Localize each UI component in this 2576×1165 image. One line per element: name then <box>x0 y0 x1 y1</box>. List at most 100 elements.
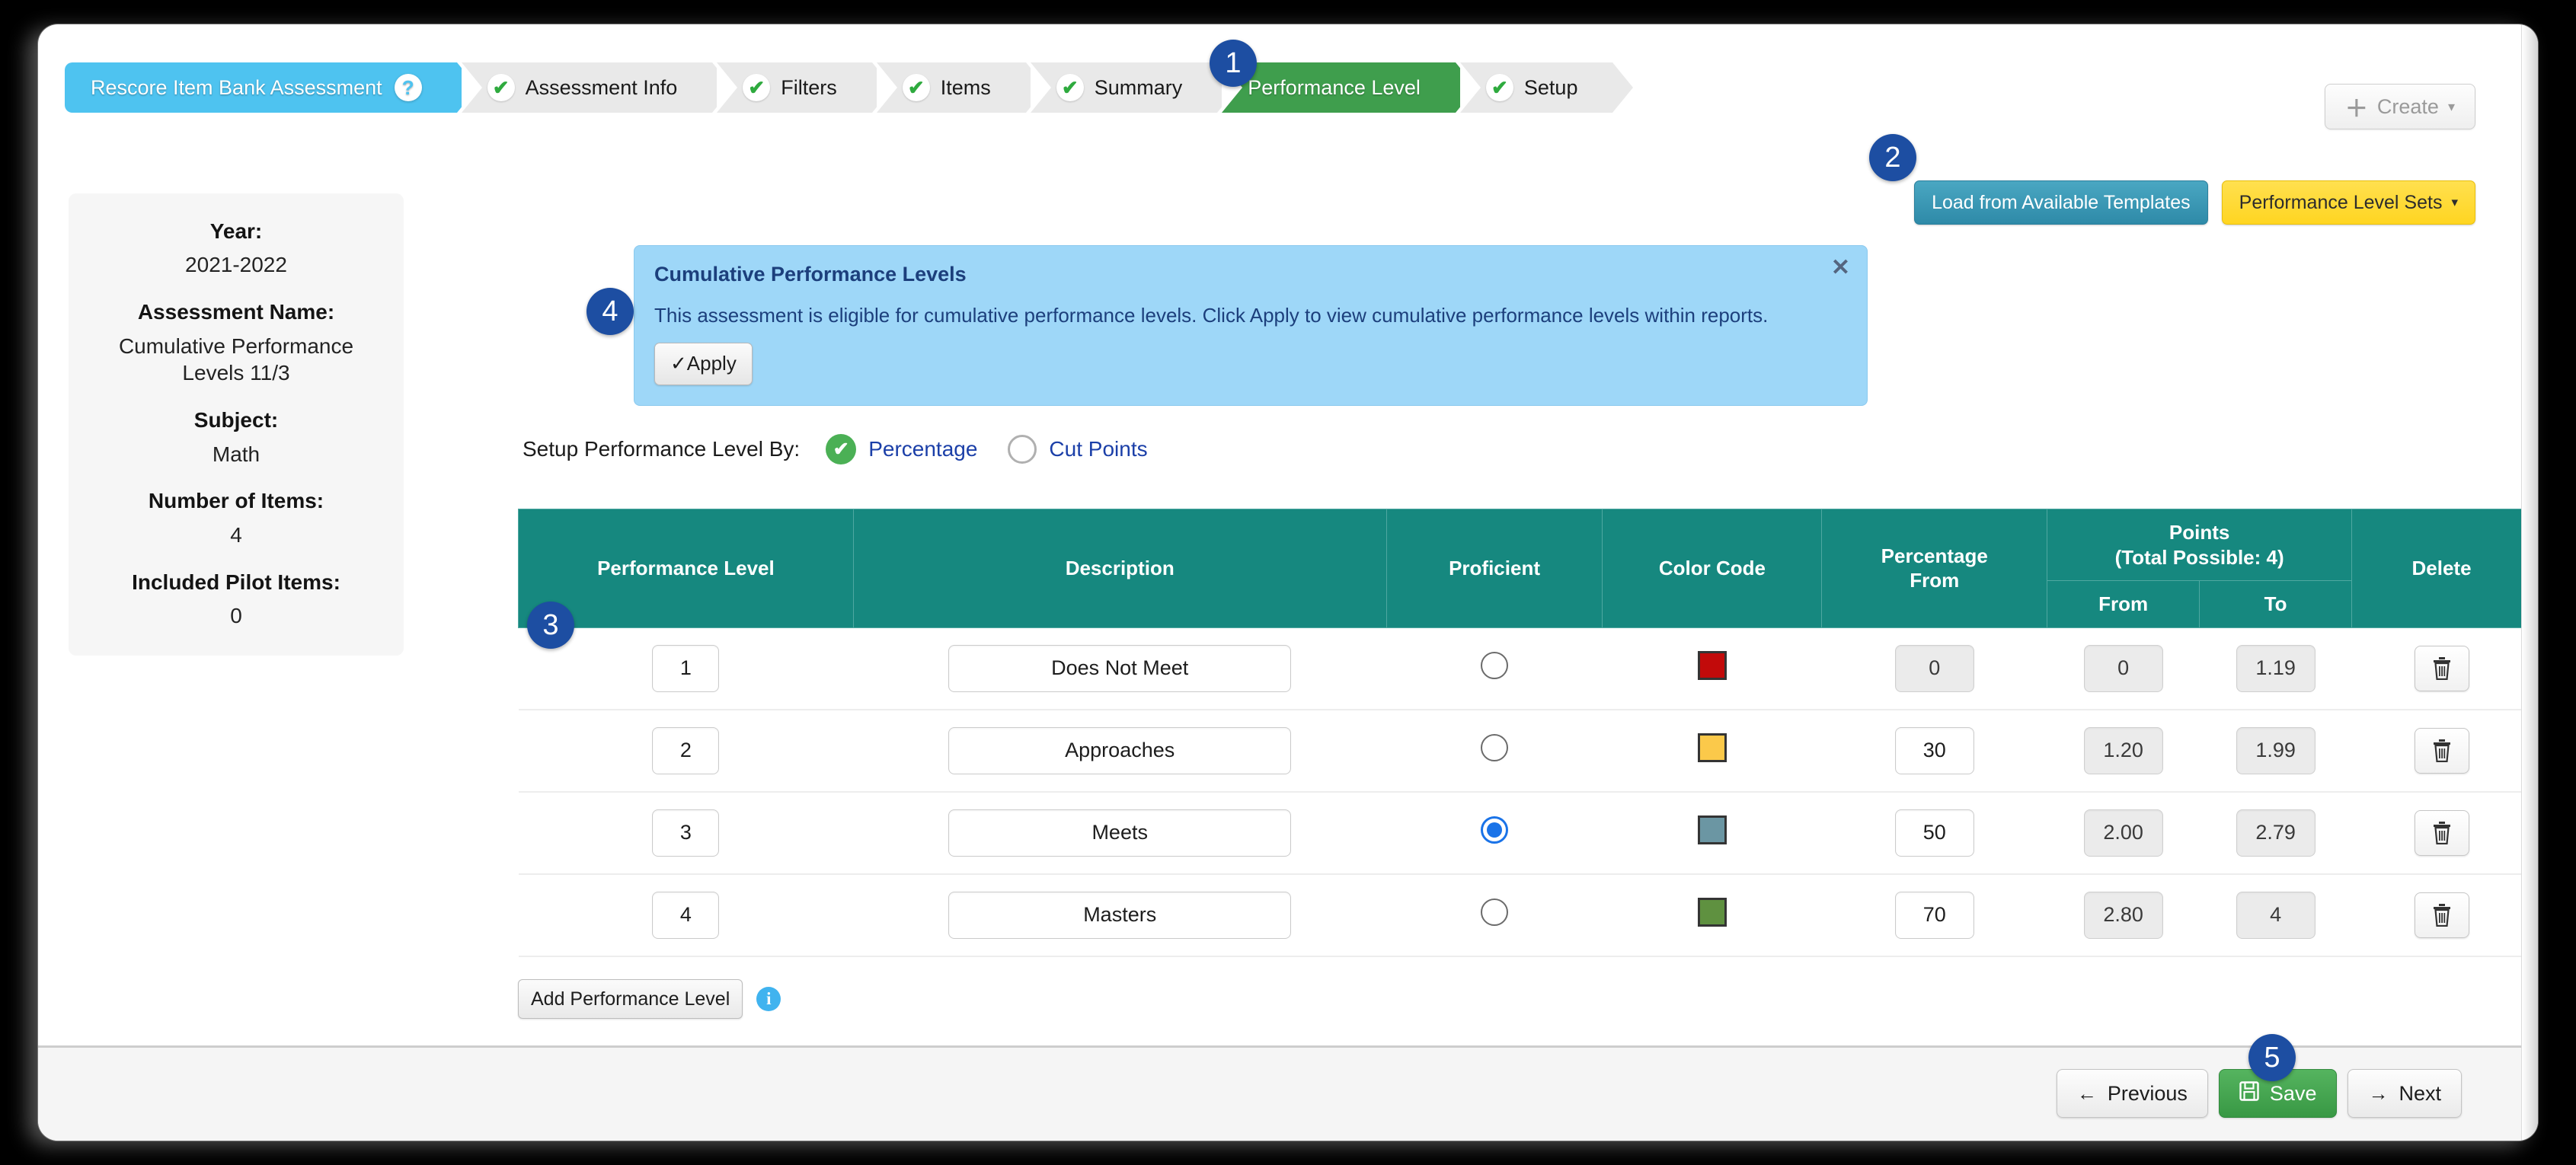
table-body <box>518 627 2532 957</box>
alert-message: This assessment is eligible for cumulati… <box>654 304 1769 327</box>
percentage-from-input[interactable] <box>1894 644 1974 692</box>
delete-row-button[interactable] <box>2414 645 2469 691</box>
wizard-step-label: Items <box>940 75 991 99</box>
info-label-included-pilot-items: Included Pilot Items: <box>132 570 340 594</box>
level-number-input[interactable] <box>652 726 720 774</box>
table-row <box>518 873 2532 957</box>
description-input[interactable] <box>948 644 1292 692</box>
points-from-input[interactable] <box>2083 891 2163 939</box>
color-swatch[interactable] <box>1697 898 1727 927</box>
cell-proficient <box>1386 791 1603 875</box>
cell-level <box>518 873 854 957</box>
info-value-included-pilot-items: 0 <box>230 604 242 628</box>
cell-points-from <box>2047 791 2200 875</box>
color-swatch[interactable] <box>1697 816 1727 844</box>
wizard-step-performance-level[interactable]: Performance Level <box>1222 62 1476 113</box>
previous-button[interactable]: ← Previous <box>2056 1069 2208 1118</box>
wizard-step-rescore-item-bank-assessment[interactable]: Rescore Item Bank Assessment ? <box>65 62 478 113</box>
cell-description <box>853 627 1387 710</box>
next-button-label: Next <box>2399 1081 2441 1105</box>
cell-color-code <box>1602 791 1822 875</box>
wizard-step-setup[interactable]: ✔ Setup <box>1459 62 1634 113</box>
load-from-available-templates-button[interactable]: Load from Available Templates <box>1914 180 2208 225</box>
points-to-input[interactable] <box>2236 891 2316 939</box>
color-swatch[interactable] <box>1697 651 1727 680</box>
level-number-input[interactable] <box>652 644 720 692</box>
cell-proficient <box>1386 873 1603 957</box>
cell-points-to <box>2199 709 2352 793</box>
points-to-input[interactable] <box>2236 644 2316 692</box>
percentage-from-input[interactable] <box>1894 726 1974 774</box>
percentage-from-input[interactable] <box>1894 809 1974 857</box>
level-number-input[interactable] <box>652 809 720 857</box>
points-from-input[interactable] <box>2083 726 2163 774</box>
trash-icon <box>2433 821 2450 844</box>
next-button[interactable]: → Next <box>2347 1069 2462 1118</box>
radio-option-percentage[interactable]: ✔ Percentage <box>826 434 977 464</box>
check-icon: ✔ <box>487 74 515 101</box>
info-label-number-of-items: Number of Items: <box>148 489 324 513</box>
th-points-group: Points (Total Possible: 4) <box>2047 509 2353 581</box>
trash-icon <box>2433 903 2450 927</box>
performance-level-sets-button[interactable]: Performance Level Sets ▾ <box>2221 180 2475 225</box>
delete-row-button[interactable] <box>2414 892 2469 938</box>
points-to-input[interactable] <box>2236 726 2316 774</box>
info-label-year: Year: <box>209 219 263 243</box>
wizard-header: Rescore Item Bank Assessment ? ✔ Assessm… <box>38 24 2538 129</box>
cell-color-code <box>1602 709 1822 793</box>
points-from-input[interactable] <box>2083 809 2163 857</box>
th-proficient: Proficient <box>1385 509 1603 628</box>
th-points-from: From <box>2047 580 2200 628</box>
description-input[interactable] <box>948 726 1292 774</box>
wizard-step-assessment-info[interactable]: ✔ Assessment Info <box>461 62 733 113</box>
radio-checked-icon: ✔ <box>826 434 857 464</box>
info-label-assessment-name: Assessment Name: <box>137 300 335 324</box>
level-number-input[interactable] <box>652 891 720 939</box>
points-to-input[interactable] <box>2236 809 2316 857</box>
percentage-from-input[interactable] <box>1894 891 1974 939</box>
wizard-step-filters[interactable]: ✔ Filters <box>717 62 893 113</box>
table-header-row-1: Performance Level Description Proficient… <box>518 509 2532 628</box>
cell-delete <box>2351 709 2532 793</box>
proficient-radio[interactable] <box>1481 652 1509 679</box>
performance-levels-table: Performance Level Description Proficient… <box>518 509 2532 957</box>
previous-button-label: Previous <box>2107 1081 2188 1105</box>
proficient-radio[interactable] <box>1481 734 1509 761</box>
proficient-radio[interactable] <box>1481 898 1509 926</box>
cell-delete <box>2351 627 2532 710</box>
step-chevron-notch <box>1030 62 1051 113</box>
vertical-scrollbar[interactable] <box>2521 24 2538 1141</box>
cell-description <box>853 709 1387 793</box>
info-value-assessment-name: Cumulative Performance Levels 11/3 <box>118 334 354 385</box>
performance-level-sets-label: Performance Level Sets <box>2239 191 2443 213</box>
create-button[interactable]: ＋ Create ▾ <box>2324 84 2475 129</box>
arrow-right-icon: → <box>2368 1081 2389 1105</box>
description-input[interactable] <box>948 891 1292 939</box>
question-mark-icon[interactable]: ? <box>394 74 422 101</box>
alert-title: Cumulative Performance Levels <box>654 263 967 286</box>
save-button-label: Save <box>2269 1081 2317 1105</box>
wizard-step-items[interactable]: ✔ Items <box>876 62 1047 113</box>
points-from-input[interactable] <box>2083 644 2163 692</box>
radio-unchecked-icon <box>1008 435 1037 464</box>
radio-label-percentage: Percentage <box>868 437 978 461</box>
close-icon[interactable]: ✕ <box>1831 257 1850 279</box>
color-swatch[interactable] <box>1697 733 1727 762</box>
table-head: Performance Level Description Proficient… <box>518 509 2532 628</box>
cell-percentage-from <box>1821 873 2047 957</box>
delete-row-button[interactable] <box>2414 809 2469 856</box>
info-value-number-of-items: 4 <box>230 522 242 547</box>
description-input[interactable] <box>948 809 1292 857</box>
info-icon[interactable]: i <box>756 987 781 1011</box>
wizard-steps: Rescore Item Bank Assessment ? ✔ Assessm… <box>65 62 1634 113</box>
annotation-badge-5: 5 <box>2248 1034 2296 1081</box>
proficient-radio-selected[interactable] <box>1481 816 1509 844</box>
apply-button[interactable]: ✓Apply <box>654 342 753 385</box>
wizard-step-summary[interactable]: ✔ Summary <box>1030 62 1238 113</box>
radio-option-cut-points[interactable]: Cut Points <box>1008 435 1148 464</box>
delete-row-button[interactable] <box>2414 727 2469 774</box>
trash-icon <box>2433 739 2450 762</box>
wizard-step-label: Performance Level <box>1248 75 1421 99</box>
cell-description <box>853 873 1387 957</box>
add-performance-level-button[interactable]: Add Performance Level <box>518 979 743 1019</box>
